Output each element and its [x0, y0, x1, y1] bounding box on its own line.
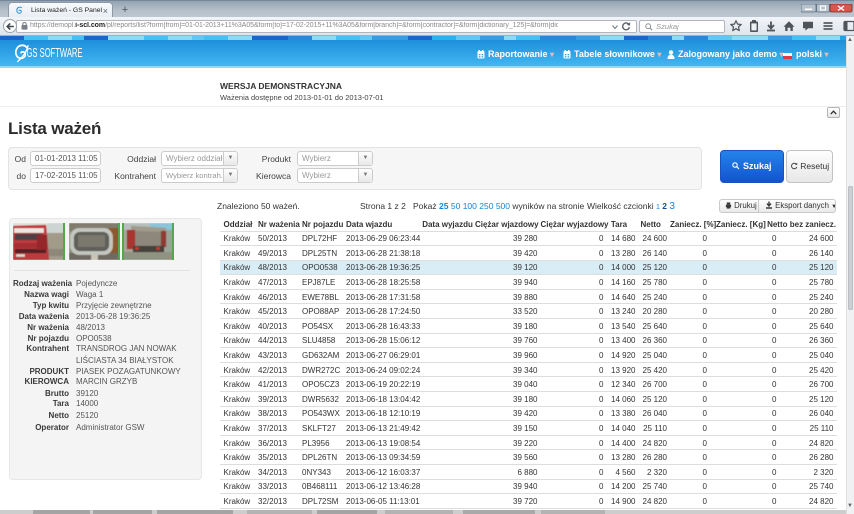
svg-text:GS SOFTWARE: GS SOFTWARE — [27, 46, 83, 60]
